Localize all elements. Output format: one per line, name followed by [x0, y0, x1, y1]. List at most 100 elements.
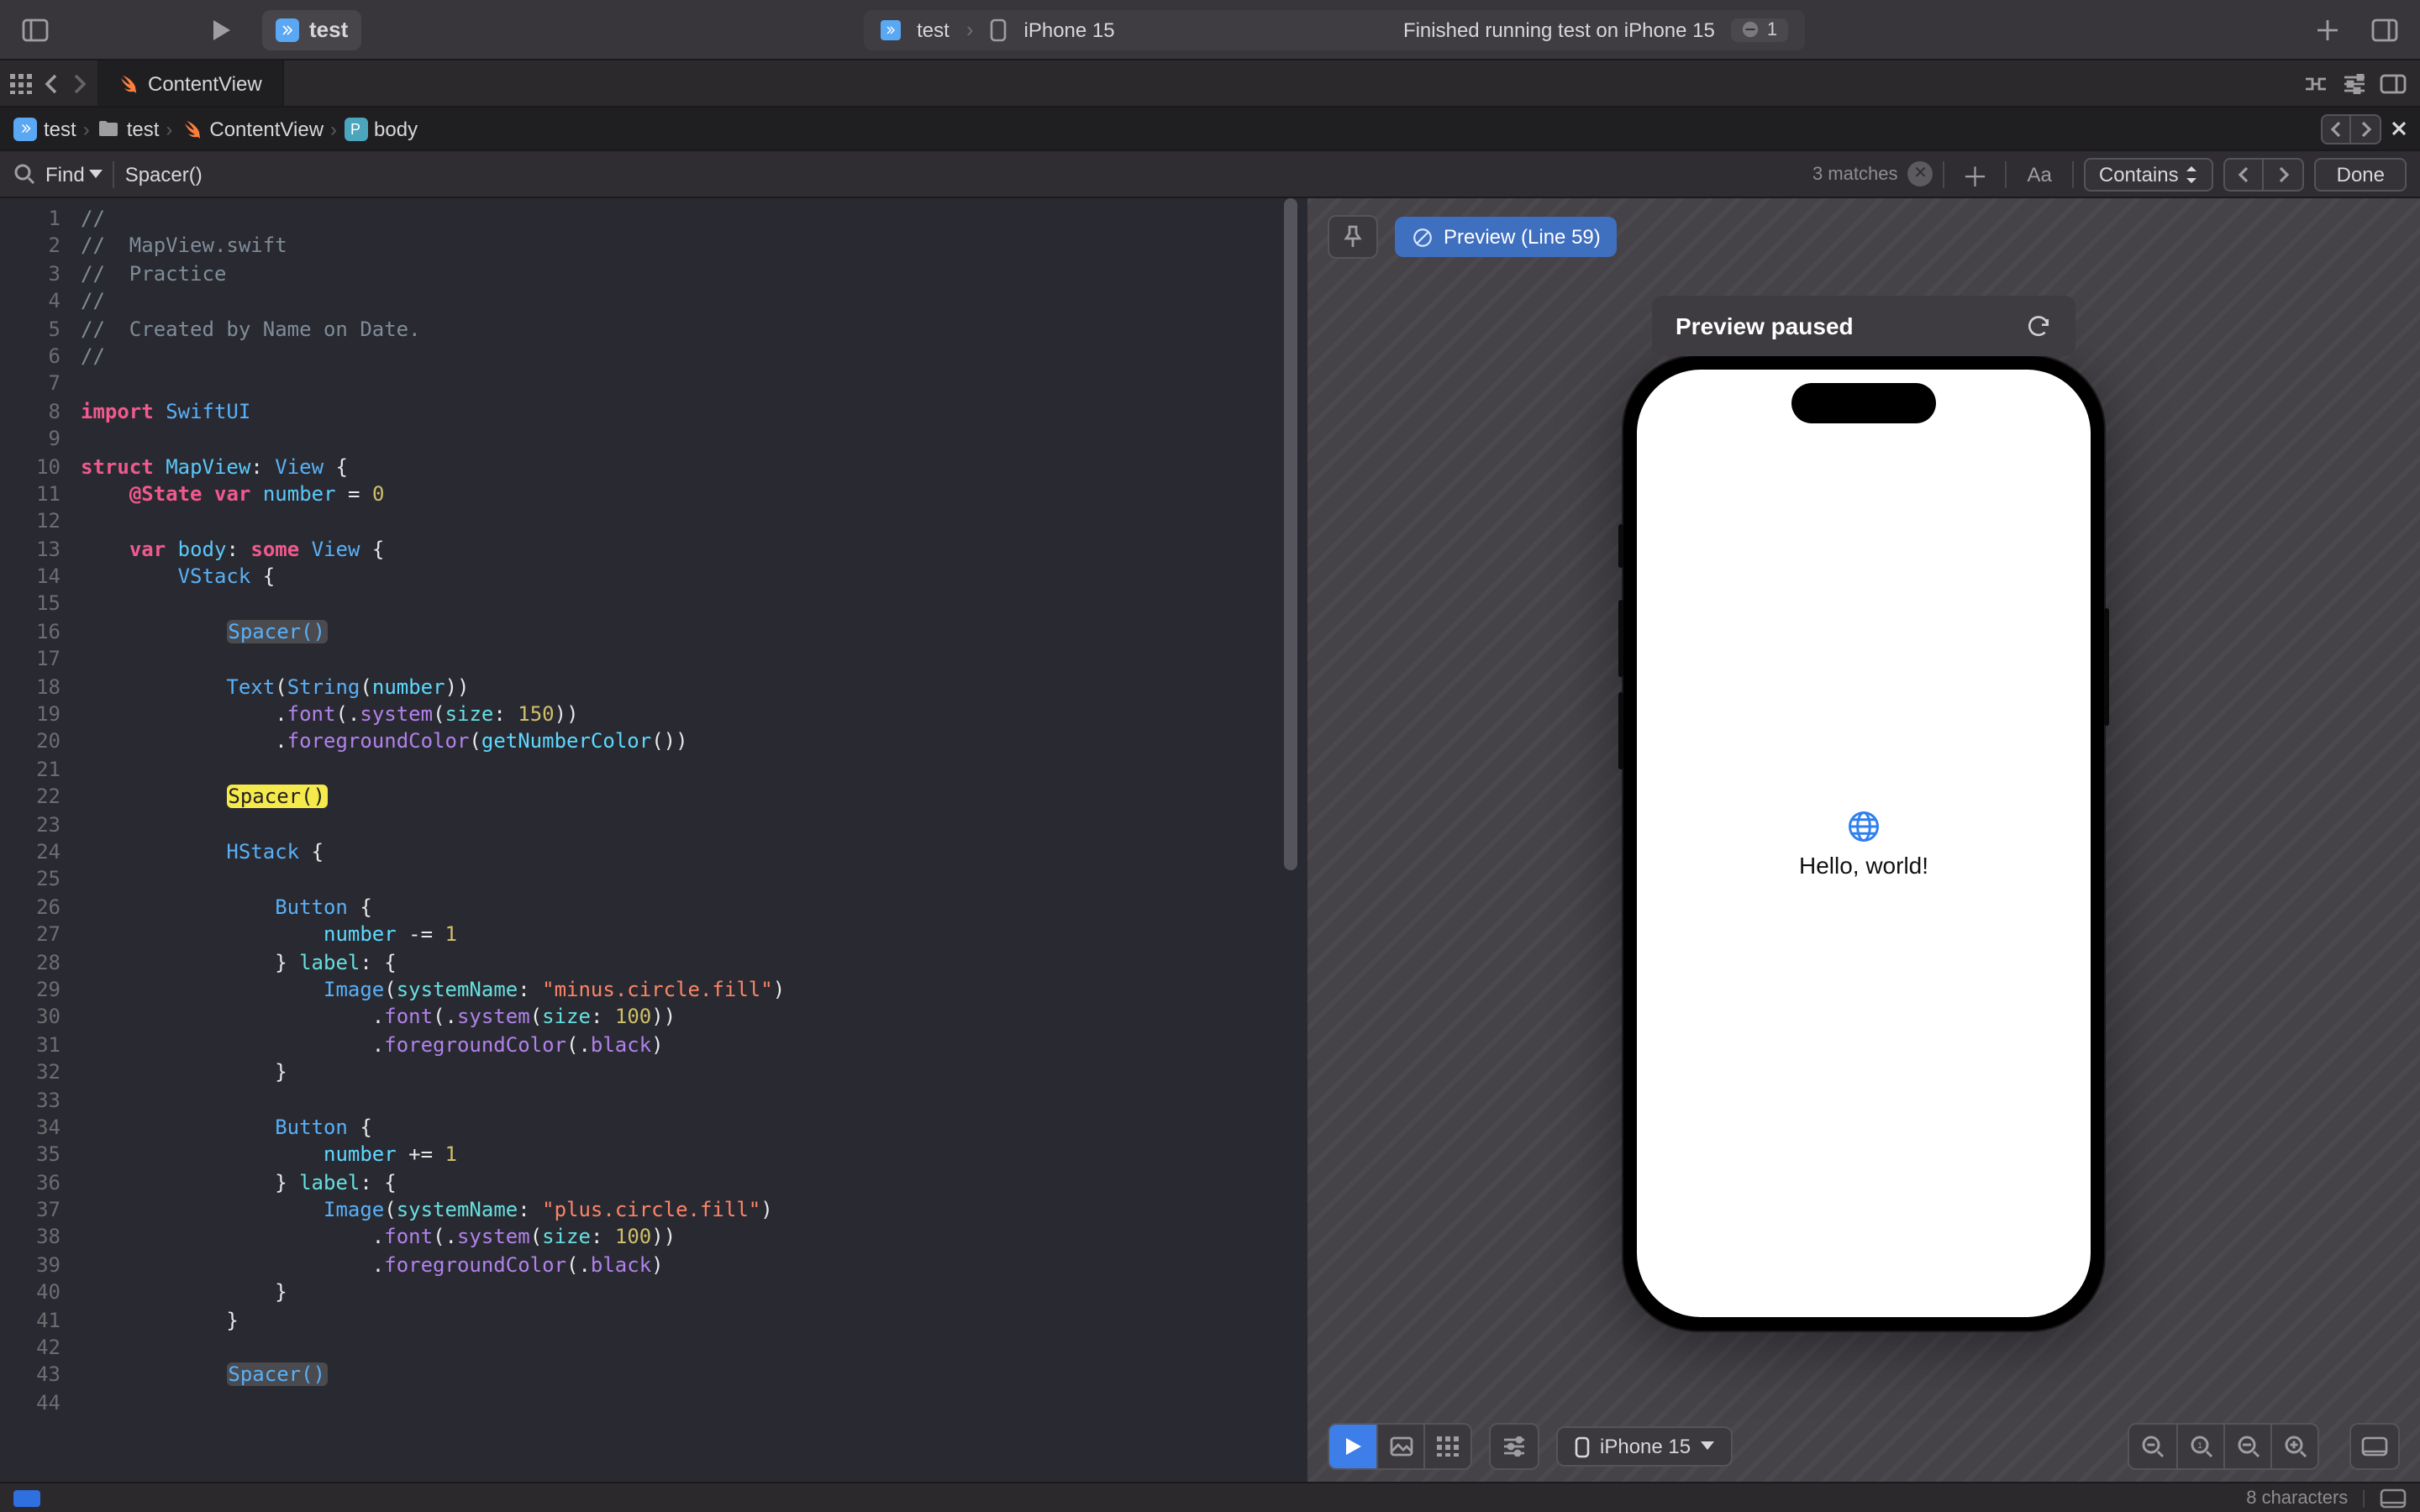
preview-pill-label: Preview (Line 59) [1444, 225, 1601, 249]
match-mode-label: Contains [2099, 162, 2179, 186]
app-icon [880, 19, 900, 39]
next-issue-button[interactable] [2351, 113, 2381, 144]
preview-pill[interactable]: Preview (Line 59) [1395, 217, 1618, 257]
zoom-actual-button[interactable] [2223, 1425, 2270, 1468]
live-preview-button[interactable] [1329, 1425, 1376, 1468]
activity-status-bar[interactable]: test › iPhone 15 Finished running test o… [863, 9, 1804, 50]
clear-find-button[interactable]: ✕ [1907, 161, 1933, 186]
add-find-condition-button[interactable]: ＋ [1954, 154, 1995, 194]
dynamic-island [1791, 383, 1936, 423]
run-destination-label: iPhone 15 [1024, 18, 1115, 41]
status-bar: 8 characters | [0, 1482, 2420, 1512]
code-area[interactable]: //// MapView.swift// Practice//// Create… [74, 198, 1307, 1482]
find-mode-selector[interactable]: Find [45, 162, 103, 186]
zoom-controls: 1 [2128, 1423, 2319, 1470]
phone-icon [991, 18, 1007, 41]
find-done-button[interactable]: Done [2315, 157, 2407, 191]
app-icon [276, 18, 299, 41]
find-mode-label: Find [45, 162, 85, 186]
editor-tab-label: ContentView [148, 71, 262, 95]
selection-status: 8 characters [2246, 1488, 2348, 1508]
breadcrumb-item[interactable]: test [13, 117, 76, 140]
close-issue-button[interactable] [2391, 121, 2407, 136]
breadcrumb-label: ContentView [209, 117, 324, 140]
breadcrumb-item[interactable]: test [97, 117, 160, 140]
pin-preview-button[interactable] [1328, 215, 1378, 259]
device-screen[interactable]: Hello, world! [1637, 370, 2091, 1317]
toggle-debug-area-button[interactable] [2380, 1488, 2407, 1508]
preview-device-selector[interactable]: iPhone 15 [1556, 1426, 1733, 1467]
preview-paused-banner: Preview paused [1652, 296, 2075, 356]
preview-mode-group [1328, 1423, 1472, 1470]
device-frame: Hello, world! [1623, 356, 2104, 1331]
preview-paused-label: Preview paused [1676, 312, 1854, 339]
editor-tab[interactable]: ContentView [97, 60, 284, 106]
review-changes-icon[interactable] [2302, 73, 2329, 93]
scheme-selector[interactable]: test [262, 9, 361, 50]
issues-badge[interactable]: 1 [1732, 18, 1787, 41]
device-settings-button[interactable] [1489, 1423, 1539, 1470]
add-assistant-editor-icon[interactable] [2380, 73, 2407, 93]
breadcrumb-item[interactable]: P body [344, 117, 418, 140]
find-match-count: 3 matches [1812, 164, 1898, 184]
zoom-in-button[interactable] [2270, 1425, 2317, 1468]
zoom-out-button[interactable] [2129, 1425, 2176, 1468]
editor-scrollbar[interactable] [1281, 198, 1301, 1482]
line-number-gutter: 1234567891011121314151617181920212223242… [0, 198, 74, 1482]
scheme-name: test [309, 17, 348, 42]
nav-back-button[interactable] [44, 73, 60, 93]
breadcrumb-label: body [374, 117, 418, 140]
chevron-right-icon: › [966, 17, 974, 42]
find-prev-button[interactable] [2224, 157, 2265, 191]
stepper-icon [2186, 165, 2199, 182]
toggle-left-sidebar-button[interactable] [13, 8, 57, 51]
editor-tab-bar: ContentView [0, 60, 2420, 108]
error-icon [1742, 20, 1760, 39]
preview-canvas: Preview (Line 59) Preview paused Hello, … [1307, 198, 2420, 1482]
prev-issue-button[interactable] [2321, 113, 2351, 144]
variants-preview-button[interactable] [1423, 1425, 1470, 1468]
find-bar: Find Spacer() 3 matches ✕ ＋ Aa Contains … [0, 151, 2420, 198]
search-icon [13, 163, 35, 185]
swift-file-icon [118, 73, 138, 93]
jump-bar: test › test › ContentView › P body [0, 108, 2420, 151]
case-sensitive-toggle[interactable]: Aa [2018, 162, 2062, 186]
find-next-button[interactable] [2265, 157, 2305, 191]
preview-device-label: iPhone 15 [1600, 1435, 1691, 1458]
chevron-right-icon: › [166, 117, 172, 140]
chevron-right-icon: › [330, 117, 337, 140]
refresh-preview-button[interactable] [2025, 312, 2052, 339]
breadcrumb-label: test [44, 117, 76, 140]
chevron-down-icon [1701, 1441, 1714, 1452]
related-items-icon[interactable] [10, 73, 34, 93]
selectable-preview-button[interactable] [1376, 1425, 1423, 1468]
library-button[interactable] [2363, 8, 2407, 51]
breadcrumb-item[interactable]: ContentView [179, 117, 324, 140]
swift-file-icon [179, 117, 203, 140]
phone-icon [1575, 1436, 1590, 1457]
chevron-right-icon: › [83, 117, 90, 140]
svg-text:1: 1 [2196, 1441, 2202, 1451]
nav-forward-button[interactable] [71, 73, 87, 93]
property-icon: P [344, 117, 367, 140]
globe-icon [1845, 808, 1882, 845]
folder-icon [97, 117, 120, 140]
issues-count: 1 [1767, 19, 1777, 39]
breadcrumb-label: test [127, 117, 160, 140]
app-icon [13, 117, 37, 140]
add-button[interactable] [2306, 8, 2349, 51]
status-message: Finished running test on iPhone 15 [1403, 18, 1715, 41]
chevron-down-icon [90, 169, 103, 179]
run-button[interactable] [198, 8, 242, 51]
find-input[interactable]: Spacer() [125, 159, 1802, 189]
scheme-label: test [917, 18, 950, 41]
window-toolbar: test test › iPhone 15 Finished running t… [0, 0, 2420, 60]
canvas-background-button[interactable] [2349, 1423, 2400, 1470]
no-sign-icon [1412, 226, 1434, 248]
debug-indicator[interactable] [13, 1489, 40, 1506]
adjust-editor-options-icon[interactable] [2343, 73, 2366, 93]
hello-world-label: Hello, world! [1799, 852, 1928, 879]
match-mode-selector[interactable]: Contains [2084, 157, 2214, 191]
code-editor[interactable]: 1234567891011121314151617181920212223242… [0, 198, 1307, 1482]
zoom-fit-button[interactable]: 1 [2176, 1425, 2223, 1468]
